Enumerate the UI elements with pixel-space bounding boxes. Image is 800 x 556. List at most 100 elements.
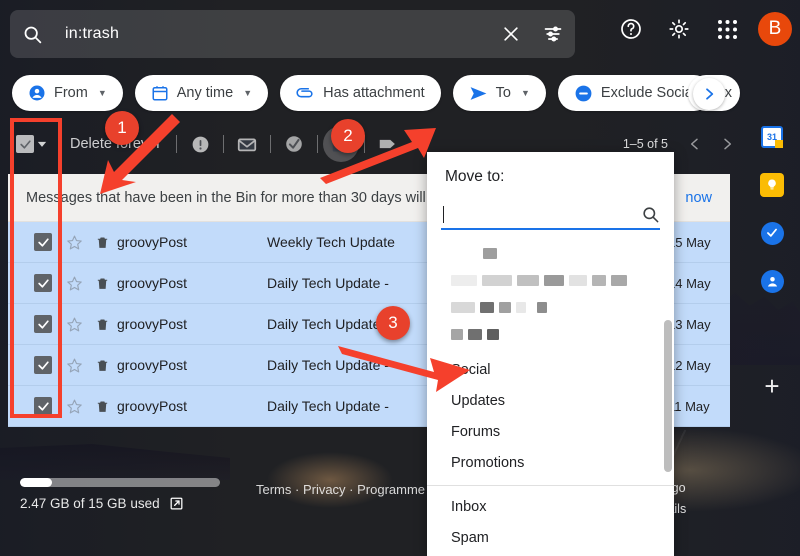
row-date: 13 May: [668, 316, 711, 332]
chip-overflow-label: x: [724, 85, 732, 101]
redacted-text: [487, 329, 499, 340]
help-icon[interactable]: [614, 12, 648, 46]
move-to-item-spam[interactable]: Spam: [427, 522, 674, 553]
calendar-icon: [151, 84, 169, 102]
redacted-text: [517, 275, 539, 286]
trash-icon: [95, 317, 110, 332]
paperclip-icon: [296, 84, 315, 103]
search-options-icon[interactable]: [543, 24, 563, 44]
side-panel-item-contacts[interactable]: [759, 268, 785, 294]
trash-icon: [95, 276, 110, 291]
move-to-redacted-items: [427, 230, 674, 340]
text-cursor: [443, 205, 444, 223]
redacted-text: [451, 275, 477, 286]
trash-icon: [95, 358, 110, 373]
person-icon: [28, 84, 46, 102]
star-icon[interactable]: [66, 398, 83, 415]
tasks-check-icon: [760, 221, 784, 245]
close-icon[interactable]: [501, 24, 521, 44]
annotation-badge-1: 1: [105, 111, 139, 145]
trash-icon: [95, 235, 110, 250]
chip-to-label: To: [495, 85, 511, 101]
side-panel-add-button[interactable]: +: [764, 373, 779, 399]
star-icon[interactable]: [66, 234, 83, 251]
star-icon[interactable]: [66, 357, 83, 374]
storage-progress-bar: [20, 478, 220, 487]
keep-bulb-icon: [760, 173, 784, 197]
chevron-right-icon[interactable]: [714, 131, 740, 157]
list-item[interactable]: [427, 248, 674, 259]
list-item[interactable]: [427, 275, 674, 286]
chevron-down-icon: ▼: [243, 88, 253, 98]
move-to-item-promotions[interactable]: Promotions: [427, 447, 674, 478]
apps-grid-icon[interactable]: [710, 12, 744, 46]
star-icon[interactable]: [66, 316, 83, 333]
storage-progress-fill: [20, 478, 52, 487]
toolbar-divider: [270, 135, 272, 153]
star-icon[interactable]: [66, 275, 83, 292]
redacted-text: [483, 248, 497, 259]
search-bar[interactable]: in:trash: [10, 10, 575, 58]
search-input[interactable]: in:trash: [65, 25, 501, 43]
row-date: 14 May: [668, 275, 711, 291]
chip-any-time-label: Any time: [176, 85, 234, 101]
gear-icon[interactable]: [662, 12, 696, 46]
side-panel-item-tasks[interactable]: [759, 220, 785, 246]
highlight-box-checkboxes: [10, 118, 62, 418]
row-date: 12 May: [668, 357, 711, 373]
footer-links[interactable]: Terms · Privacy · Programme: [256, 482, 425, 497]
redacted-text: [516, 302, 526, 313]
toolbar-divider: [223, 135, 225, 153]
chip-has-attachment[interactable]: Has attachment: [280, 75, 441, 111]
dropdown-scrollbar[interactable]: [664, 320, 672, 472]
row-sender: groovyPost: [117, 316, 188, 332]
chevron-down-icon: ▼: [97, 88, 107, 98]
contacts-person-icon: [760, 269, 784, 293]
chip-next-button[interactable]: [693, 78, 725, 110]
banner-action-link[interactable]: now: [685, 190, 712, 206]
top-right-toolbar: B: [614, 12, 792, 46]
search-icon[interactable]: [641, 205, 660, 224]
list-item[interactable]: [427, 302, 674, 313]
storage-label: 2.47 GB of 15 GB used: [20, 496, 320, 511]
chip-exclude-social-label: Exclude Social: [600, 85, 697, 101]
redacted-text: [537, 302, 547, 313]
move-to-secondary-items: Inbox Spam: [427, 491, 674, 553]
chip-any-time[interactable]: Any time ▼: [134, 75, 269, 111]
move-to-search-field[interactable]: [441, 200, 660, 230]
redacted-text: [569, 275, 587, 286]
search-icon: [22, 24, 43, 45]
chip-from-label: From: [54, 85, 88, 101]
minus-circle-icon: [574, 84, 593, 103]
row-sender: groovyPost: [117, 275, 188, 291]
chevron-down-icon: ▼: [521, 88, 530, 98]
move-to-divider: [427, 485, 674, 486]
avatar[interactable]: B: [758, 12, 792, 46]
chip-has-attachment-label: Has attachment: [323, 85, 425, 101]
background-pier: [0, 444, 230, 480]
side-panel-item-keep[interactable]: [759, 172, 785, 198]
move-to-item-inbox[interactable]: Inbox: [427, 491, 674, 522]
chip-to[interactable]: To ▼: [452, 75, 546, 111]
move-to-title: Move to:: [445, 168, 505, 185]
redacted-text: [451, 302, 475, 313]
chevron-left-icon[interactable]: [682, 131, 708, 157]
move-to-item-forums[interactable]: Forums: [427, 416, 674, 447]
annotation-arrow-2: [320, 128, 436, 184]
row-sender: groovyPost: [117, 357, 188, 373]
side-panel: 31 +: [744, 112, 800, 556]
external-link-icon[interactable]: [169, 496, 184, 511]
trash-icon: [95, 399, 110, 414]
chevron-right-icon: [701, 86, 717, 102]
side-panel-item-calendar[interactable]: 31: [759, 124, 785, 150]
annotation-badge-2: 2: [331, 119, 365, 153]
mark-as-unread-icon[interactable]: [229, 126, 265, 162]
annotation-arrow-3: [338, 346, 470, 392]
row-date: 15 May: [668, 234, 711, 250]
chip-from[interactable]: From ▼: [12, 75, 123, 111]
row-date: 11 May: [668, 398, 710, 414]
search-filter-chips: From ▼ Any time ▼ Has attachment To ▼ Ex…: [12, 75, 713, 111]
annotation-badge-3: 3: [376, 306, 410, 340]
redacted-text: [480, 302, 494, 313]
redacted-text: [592, 275, 606, 286]
